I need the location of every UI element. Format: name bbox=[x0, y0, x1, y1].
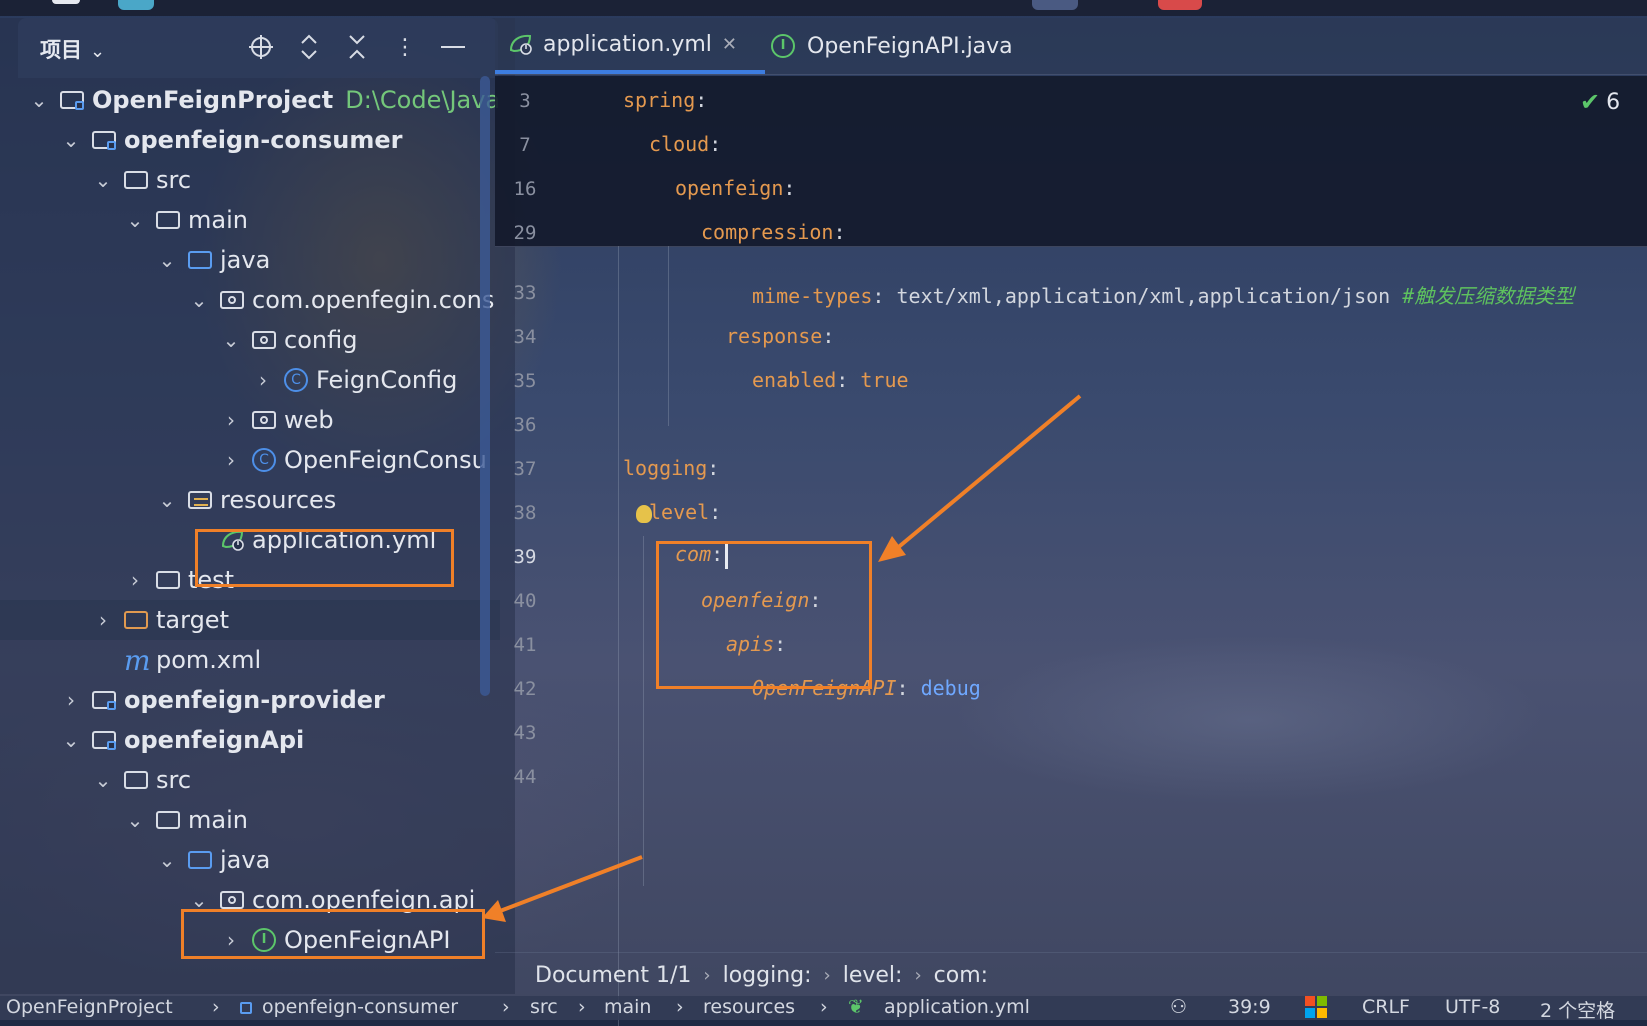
status-path-item[interactable]: main bbox=[604, 996, 651, 1018]
spring-leaf-icon: ❦ bbox=[848, 996, 864, 1018]
windows-logo-icon bbox=[1305, 996, 1327, 1018]
breadcrumb-item[interactable]: level: bbox=[843, 963, 903, 988]
chevron-right-icon: › bbox=[502, 996, 510, 1018]
chevron-right-icon: › bbox=[820, 996, 828, 1018]
arrow-head-icon bbox=[878, 536, 906, 562]
chevron-right-icon: › bbox=[703, 964, 711, 986]
status-path-item[interactable]: application.yml bbox=[884, 996, 1030, 1018]
status-path-item[interactable]: OpenFeignProject bbox=[6, 996, 173, 1018]
chevron-right-icon: › bbox=[914, 964, 922, 986]
annotation-arrow bbox=[499, 855, 643, 913]
caret-position[interactable]: 39:9 bbox=[1228, 996, 1271, 1018]
breadcrumb-item[interactable]: com: bbox=[934, 963, 988, 988]
breadcrumb-item[interactable]: logging: bbox=[723, 963, 812, 988]
module-icon bbox=[240, 1002, 252, 1014]
chevron-right-icon: › bbox=[823, 964, 831, 986]
chevron-right-icon: › bbox=[578, 996, 586, 1018]
status-path-item[interactable]: openfeign-consumer bbox=[262, 996, 458, 1018]
status-path-item[interactable]: src bbox=[530, 996, 558, 1018]
chevron-right-icon: › bbox=[212, 996, 220, 1018]
editor-breadcrumb: Document 1/1 › logging: › level: › com: bbox=[495, 952, 1647, 997]
status-path-item[interactable]: resources bbox=[703, 996, 795, 1018]
breadcrumb-item[interactable]: Document 1/1 bbox=[535, 963, 691, 988]
annotation-arrow bbox=[893, 394, 1082, 552]
chevron-right-icon: › bbox=[676, 996, 684, 1018]
people-icon[interactable]: ⚇ bbox=[1170, 996, 1187, 1018]
status-bar: OpenFeignProject › openfeign-consumer › … bbox=[0, 996, 1647, 1020]
line-ending-selector[interactable]: CRLF bbox=[1362, 996, 1410, 1018]
indent-selector[interactable]: 2 个空格 bbox=[1540, 996, 1615, 1020]
encoding-selector[interactable]: UTF-8 bbox=[1445, 996, 1500, 1018]
annotation-arrows bbox=[482, 394, 1082, 922]
